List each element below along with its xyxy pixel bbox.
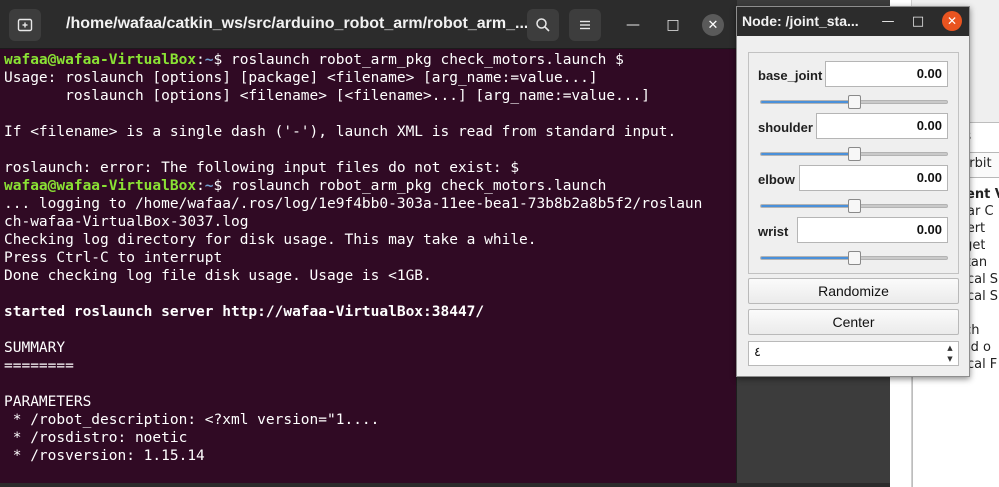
terminal-prompt-line: wafaa@wafaa-VirtualBox:~$ roslaunch robo… xyxy=(4,51,734,69)
terminal-close-button[interactable]: ✕ xyxy=(702,14,724,36)
terminal-output-line: * /robot_description: <?xml version="1..… xyxy=(4,412,380,428)
terminal-output-line: Usage: roslaunch [options] [package] <fi… xyxy=(4,70,598,86)
joint-gui-minimize-button[interactable]: — xyxy=(878,11,898,31)
joint-row: wrist 0.00 xyxy=(749,217,958,269)
joint-gui-close-button[interactable]: ✕ xyxy=(942,11,962,31)
search-button[interactable] xyxy=(527,9,559,41)
terminal-minimize-button[interactable]: — xyxy=(622,14,644,36)
terminal-window: /home/wafaa/catkin_ws/src/arduino_robot_… xyxy=(0,0,737,483)
prompt-command: roslaunch robot_arm_pkg check_motors.lau… xyxy=(231,178,607,194)
maximize-icon: □ xyxy=(911,13,925,29)
terminal-output[interactable]: wafaa@wafaa-VirtualBox:~$ roslaunch robo… xyxy=(4,51,734,481)
terminal-output-line: * /rosversion: 1.15.14 xyxy=(4,448,205,464)
joint-name-label: wrist xyxy=(758,224,789,239)
spin-down-icon[interactable]: ▼ xyxy=(947,355,952,363)
terminal-output-line: Done checking log file disk usage. Usage… xyxy=(4,268,432,284)
randomize-button[interactable]: Randomize xyxy=(748,278,959,304)
spin-up-icon[interactable]: ▲ xyxy=(947,344,952,352)
new-tab-icon xyxy=(17,18,33,32)
joint-sliders-panel: base_joint 0.00 shoulder 0.00 elbow 0.00 wrist… xyxy=(748,52,959,274)
joint-count-spinbox[interactable]: ٤ ▲ ▼ xyxy=(748,341,959,366)
joint-value-field[interactable]: 0.00 xyxy=(816,113,948,139)
terminal-titlebar: /home/wafaa/catkin_ws/src/arduino_robot_… xyxy=(0,0,737,49)
terminal-maximize-button[interactable]: □ xyxy=(662,14,684,36)
prompt-command: roslaunch robot_arm_pkg check_motors.lau… xyxy=(231,52,624,68)
search-icon xyxy=(536,18,550,32)
joint-slider-handle[interactable] xyxy=(848,147,861,161)
joint-slider[interactable] xyxy=(760,251,948,265)
maximize-icon: □ xyxy=(666,17,680,33)
joint-gui-titlebar: Node: /joint_sta... — □ ✕ xyxy=(737,7,969,36)
joint-name-label: elbow xyxy=(758,172,795,187)
joint-name-label: shoulder xyxy=(758,120,813,135)
joint-slider[interactable] xyxy=(760,199,948,213)
terminal-output-line: ... logging to /home/wafaa/.ros/log/1e9f… xyxy=(4,196,703,212)
joint-row: base_joint 0.00 xyxy=(749,61,958,113)
terminal-output-line: * /rosdistro: noetic xyxy=(4,430,188,446)
prompt-path: ~ xyxy=(204,52,214,68)
joint-gui-maximize-button[interactable]: □ xyxy=(908,11,928,31)
terminal-output-line: ======== xyxy=(4,358,74,374)
joint-state-publisher-window: Node: /joint_sta... — □ ✕ base_joint 0.00… xyxy=(736,6,970,377)
terminal-prompt-line: wafaa@wafaa-VirtualBox:~$ roslaunch robo… xyxy=(4,177,734,195)
terminal-output-line: SUMMARY xyxy=(4,340,66,356)
joint-value-field[interactable]: 0.00 xyxy=(797,217,948,243)
joint-gui-title: Node: /joint_sta... xyxy=(742,13,859,29)
joint-slider-handle[interactable] xyxy=(848,199,861,213)
prompt-colon: : xyxy=(196,52,205,68)
new-tab-button[interactable] xyxy=(9,9,41,41)
minimize-icon: — xyxy=(626,17,640,33)
prompt-colon: : xyxy=(196,178,205,194)
joint-slider-fill xyxy=(761,153,854,155)
terminal-output-line: Press Ctrl-C to interrupt xyxy=(4,250,223,266)
joint-slider-handle[interactable] xyxy=(848,251,861,265)
close-icon: ✕ xyxy=(707,17,719,33)
joint-row: shoulder 0.00 xyxy=(749,113,958,165)
joint-slider-fill xyxy=(761,257,854,259)
close-icon: ✕ xyxy=(946,14,958,28)
joint-row: elbow 0.00 xyxy=(749,165,958,217)
prompt-user: wafaa@wafaa-VirtualBox xyxy=(4,178,197,194)
prompt-symbol: $ xyxy=(213,178,231,194)
joint-slider-fill xyxy=(761,101,854,103)
terminal-output-line: ch-wafaa-VirtualBox-3037.log xyxy=(4,214,249,230)
center-button[interactable]: Center xyxy=(748,309,959,335)
terminal-output-line: Checking log directory for disk usage. T… xyxy=(4,232,537,248)
background-window-text: ent V xyxy=(966,187,999,202)
prompt-path: ~ xyxy=(204,178,214,194)
terminal-output-line: started roslaunch server http://wafaa-Vi… xyxy=(4,304,485,320)
joint-slider[interactable] xyxy=(760,147,948,161)
joint-value-field[interactable]: 0.00 xyxy=(799,165,948,191)
terminal-title: /home/wafaa/catkin_ws/src/arduino_robot_… xyxy=(66,15,529,32)
terminal-output-line: roslaunch: error: The following input fi… xyxy=(4,160,520,176)
joint-slider[interactable] xyxy=(760,95,948,109)
hamburger-menu-icon xyxy=(580,20,590,30)
prompt-symbol: $ xyxy=(213,52,231,68)
desktop-strip xyxy=(0,483,890,487)
joint-name-label: base_joint xyxy=(758,68,823,83)
terminal-output-line: If <filename> is a single dash ('-'), la… xyxy=(4,124,677,140)
menu-button[interactable] xyxy=(569,9,601,41)
joint-slider-handle[interactable] xyxy=(848,95,861,109)
prompt-user: wafaa@wafaa-VirtualBox xyxy=(4,52,197,68)
joint-slider-fill xyxy=(761,205,854,207)
spinbox-arrows[interactable]: ▲ ▼ xyxy=(944,344,956,363)
joint-value-field[interactable]: 0.00 xyxy=(825,61,948,87)
terminal-output-line: PARAMETERS xyxy=(4,394,92,410)
spinbox-value: ٤ xyxy=(754,345,761,360)
minimize-icon: — xyxy=(881,13,895,29)
terminal-output-line: roslaunch [options] <filename> [<filenam… xyxy=(4,88,651,104)
